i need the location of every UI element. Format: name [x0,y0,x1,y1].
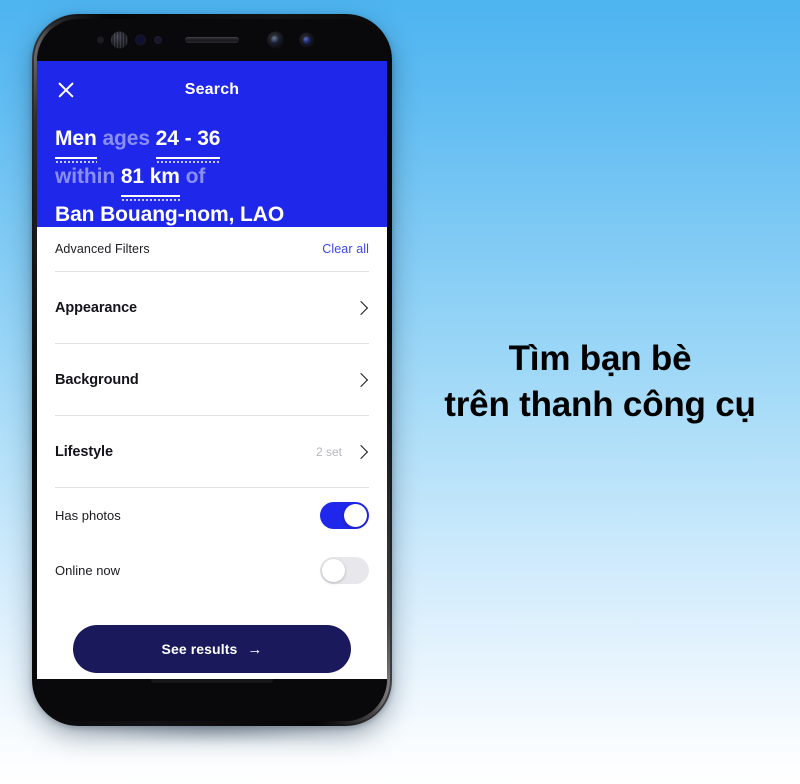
online-now-toggle[interactable] [320,557,369,584]
ir-led-grille-icon [111,31,128,49]
phone-bottom-bezel [37,679,387,721]
toggle-knob [344,504,367,527]
page-title: Search [184,81,240,98]
query-within-label: within [55,165,116,188]
earpiece-speaker-icon [185,37,239,43]
query-line-1: Men ages 24 - 36 [55,121,369,163]
query-gender[interactable]: Men [55,121,97,163]
proximity-sensor-icon [97,36,104,44]
filter-row-background[interactable]: Background [55,344,369,415]
search-query-summary: Men ages 24 - 36 within 81 km of Ban Bou… [55,121,369,239]
query-ages-label: ages [102,127,150,150]
search-header: Search Men ages 24 - 36 within 81 km of [37,61,387,239]
advanced-filters-label: Advanced Filters [55,242,150,256]
header-bar: Search [55,75,369,105]
cta-container: See results → [55,598,369,673]
filter-row-lifestyle[interactable]: Lifestyle 2 set [55,416,369,487]
toggle-row-online-now: Online now [55,543,369,598]
toggle-label: Online now [55,563,121,578]
filter-label: Background [55,371,139,388]
promo-stage: Tìm bạn bè trên thanh công cụ Search Men… [0,0,800,784]
phone-screen: Search Men ages 24 - 36 within 81 km of [37,61,387,679]
chevron-right-icon [353,300,369,315]
filter-count: 2 set [315,444,342,459]
iris-scanner-icon [267,31,284,49]
toggle-label: Has photos [55,508,121,523]
filter-label: Appearance [55,299,138,316]
phone-body: Search Men ages 24 - 36 within 81 km of [37,19,387,721]
marketing-caption: Tìm bạn bè trên thanh công cụ [404,336,796,428]
phone-top-bezel [37,19,387,61]
see-results-label: See results [161,641,238,657]
toggle-row-has-photos: Has photos [55,488,369,543]
front-camera-icon [299,32,314,48]
query-distance[interactable]: 81 km [120,159,180,201]
query-line-2: within 81 km of [55,159,369,201]
caption-line-1: Tìm bạn bè [508,339,692,378]
secondary-sensor-icon [154,36,162,44]
filter-label: Lifestyle [55,443,113,460]
phone-device: Search Men ages 24 - 36 within 81 km of [32,14,392,726]
query-line-3: Ban Bouang-nom, LAO [55,197,369,239]
light-sensor-icon [135,34,146,46]
toggle-knob [322,559,345,582]
query-location[interactable]: Ban Bouang-nom, LAO [55,197,284,239]
chevron-right-icon [353,372,369,387]
see-results-button[interactable]: See results → [73,625,351,673]
has-photos-toggle[interactable] [320,502,369,529]
arrow-right-icon: → [247,640,263,658]
chevron-right-icon [353,444,369,459]
advanced-filters-panel: Advanced Filters Clear all Appearance Ba… [37,227,387,673]
clear-all-button[interactable]: Clear all [322,242,369,256]
filter-row-appearance[interactable]: Appearance [55,272,369,343]
caption-line-2: trên thanh công cụ [444,385,756,424]
query-of-label: of [185,165,206,188]
bottom-bezel-notch [151,679,273,683]
query-age-range[interactable]: 24 - 36 [155,121,220,163]
